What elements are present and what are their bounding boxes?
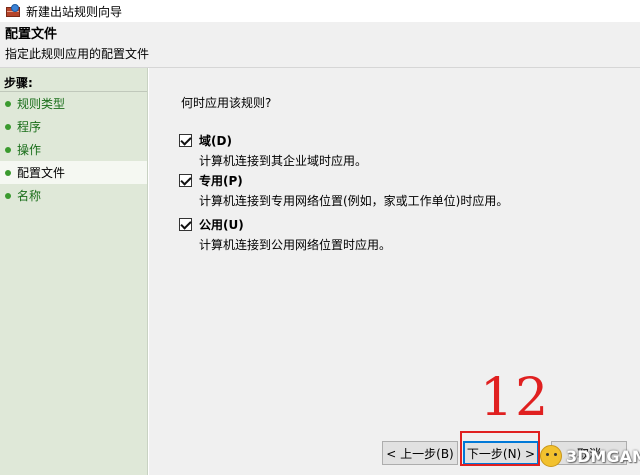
- private-checkbox[interactable]: [179, 174, 192, 187]
- step-dot-icon: [5, 100, 11, 107]
- domain-description: 计算机连接到其企业域时应用。: [199, 154, 368, 168]
- sidebar-item-rule-type[interactable]: 规则类型: [0, 92, 147, 115]
- domain-checkbox[interactable]: [179, 134, 192, 147]
- private-description: 计算机连接到专用网络位置(例如，家或工作单位)时应用。: [199, 194, 509, 208]
- sidebar-item-label: 配置文件: [17, 166, 66, 180]
- question-label: 何时应用该规则?: [181, 96, 272, 110]
- sidebar-item-label: 操作: [17, 143, 42, 157]
- step-dot-icon: [5, 146, 11, 153]
- option-public: 公用(U) 计算机连接到公用网络位置时应用。: [179, 216, 391, 253]
- annotation-number: 12: [480, 368, 551, 428]
- window-titlebar: 新建出站规则向导: [0, 0, 640, 22]
- watermark-text: 3DMGAME: [566, 446, 640, 466]
- sidebar-item-action[interactable]: 操作: [0, 138, 147, 161]
- step-dot-icon: [5, 169, 11, 176]
- page-subtitle: 指定此规则应用的配置文件: [5, 47, 150, 61]
- public-description: 计算机连接到公用网络位置时应用。: [199, 238, 392, 252]
- sidebar-item-label: 规则类型: [17, 97, 66, 111]
- window-title: 新建出站规则向导: [26, 4, 123, 19]
- firewall-icon: [6, 4, 20, 18]
- sidebar-item-program[interactable]: 程序: [0, 115, 147, 138]
- public-label[interactable]: 公用(U): [199, 216, 244, 233]
- option-domain: 域(D) 计算机连接到其企业域时应用。: [179, 132, 367, 169]
- step-dot-icon: [5, 123, 11, 130]
- wizard-content: 何时应用该规则? 域(D) 计算机连接到其企业域时应用。 专用(P) 计算机连接…: [149, 68, 640, 475]
- public-checkbox[interactable]: [179, 218, 192, 231]
- step-dot-icon: [5, 192, 11, 199]
- sidebar-item-profile[interactable]: 配置文件: [0, 161, 147, 184]
- sidebar-item-label: 名称: [17, 189, 42, 203]
- private-label[interactable]: 专用(P): [199, 172, 243, 189]
- mascot-icon: [540, 445, 562, 467]
- back-button[interactable]: < 上一步(B): [382, 441, 458, 465]
- steps-label: 步骤:: [0, 68, 147, 92]
- annotation-highlight-box: [460, 431, 540, 466]
- wizard-header: 配置文件 指定此规则应用的配置文件: [0, 22, 640, 68]
- option-private: 专用(P) 计算机连接到专用网络位置(例如，家或工作单位)时应用。: [179, 172, 508, 209]
- sidebar-item-label: 程序: [17, 120, 42, 134]
- site-watermark: 3DMGAME: [540, 445, 640, 467]
- steps-sidebar: 步骤: 规则类型 程序 操作 配置文件 名称: [0, 68, 148, 475]
- page-title: 配置文件: [5, 27, 58, 42]
- sidebar-item-name[interactable]: 名称: [0, 184, 147, 207]
- domain-label[interactable]: 域(D): [199, 132, 232, 149]
